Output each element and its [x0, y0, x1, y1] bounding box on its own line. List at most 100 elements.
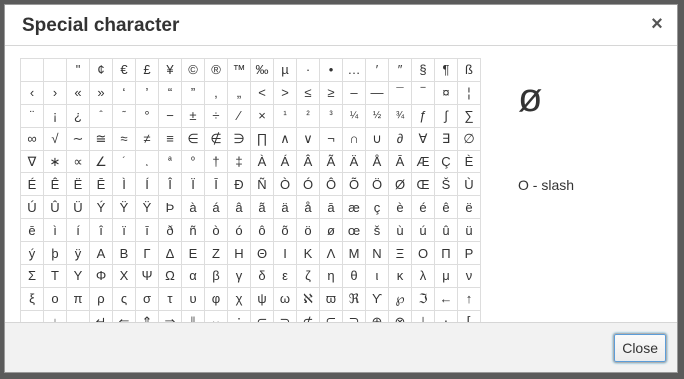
character-cell[interactable]: “: [159, 81, 182, 105]
character-cell[interactable]: ϖ: [320, 287, 343, 311]
character-cell[interactable]: ³: [320, 104, 343, 128]
character-cell[interactable]: û: [435, 219, 458, 243]
character-cell[interactable]: ó: [228, 219, 251, 243]
character-cell[interactable]: ¢: [90, 59, 113, 82]
character-cell[interactable]: ò: [205, 219, 228, 243]
character-cell[interactable]: ς: [113, 287, 136, 311]
close-icon[interactable]: ×: [648, 13, 666, 35]
character-cell[interactable]: å: [297, 196, 320, 220]
character-cell[interactable]: ª: [159, 150, 182, 174]
character-cell[interactable]: ¡: [44, 104, 67, 128]
character-cell[interactable]: ü: [458, 219, 481, 243]
character-cell[interactable]: Ξ: [389, 242, 412, 266]
character-cell[interactable]: ↑: [458, 287, 481, 311]
character-cell[interactable]: ø: [320, 219, 343, 243]
character-cell[interactable]: À: [251, 150, 274, 174]
character-cell[interactable]: ˜: [113, 104, 136, 128]
character-cell[interactable]: §: [412, 59, 435, 82]
character-cell[interactable]: ƒ: [412, 104, 435, 128]
character-cell[interactable]: Η: [228, 242, 251, 266]
character-cell[interactable]: ψ: [251, 287, 274, 311]
character-cell[interactable]: σ: [136, 287, 159, 311]
character-cell[interactable]: ρ: [90, 287, 113, 311]
character-cell[interactable]: ‘: [113, 81, 136, 105]
character-cell[interactable]: Ï: [182, 173, 205, 197]
character-cell[interactable]: Ì: [113, 173, 136, 197]
character-cell[interactable]: Û: [44, 196, 67, 220]
character-cell[interactable]: º: [182, 150, 205, 174]
character-cell[interactable]: ‚: [205, 81, 228, 105]
character-cell[interactable]: ‡: [228, 150, 251, 174]
character-cell[interactable]: ©: [182, 59, 205, 82]
character-cell[interactable]: æ: [343, 196, 366, 220]
character-cell[interactable]: ‹: [21, 81, 44, 105]
character-cell[interactable]: ζ: [297, 265, 320, 288]
character-cell[interactable]: ‰: [251, 59, 274, 82]
character-cell[interactable]: õ: [274, 219, 297, 243]
character-cell[interactable]: ¶: [435, 59, 458, 82]
character-cell[interactable]: ο: [44, 287, 67, 311]
character-cell[interactable]: Β: [113, 242, 136, 266]
character-cell[interactable]: ∫: [435, 104, 458, 128]
character-cell[interactable]: —: [366, 81, 389, 105]
character-cell[interactable]: Ν: [366, 242, 389, 266]
character-cell[interactable]: ≤: [297, 81, 320, 105]
character-cell[interactable]: ç: [366, 196, 389, 220]
character-cell[interactable]: Ā: [389, 150, 412, 174]
character-cell[interactable]: ²: [297, 104, 320, 128]
character-cell[interactable]: ∠: [90, 150, 113, 174]
character-cell[interactable]: ξ: [21, 287, 44, 311]
character-cell[interactable]: Á: [274, 150, 297, 174]
character-cell[interactable]: ∃: [435, 127, 458, 151]
character-cell[interactable]: Ã: [320, 150, 343, 174]
character-cell[interactable]: Μ: [343, 242, 366, 266]
character-cell[interactable]: Ο: [412, 242, 435, 266]
character-cell[interactable]: …: [343, 59, 366, 82]
character-cell[interactable]: ý: [21, 242, 44, 266]
character-cell[interactable]: Θ: [251, 242, 274, 266]
character-cell[interactable]: Î: [159, 173, 182, 197]
character-cell[interactable]: ñ: [182, 219, 205, 243]
character-cell[interactable]: ∈: [182, 127, 205, 151]
character-cell[interactable]: ℑ: [412, 287, 435, 311]
character-cell[interactable]: Â: [297, 150, 320, 174]
character-cell[interactable]: γ: [228, 265, 251, 288]
character-cell[interactable]: ∏: [251, 127, 274, 151]
character-cell[interactable]: ≥: [320, 81, 343, 105]
character-cell[interactable]: ≈: [113, 127, 136, 151]
character-cell[interactable]: Ë: [67, 173, 90, 197]
character-cell[interactable]: ÿ: [67, 242, 90, 266]
character-cell[interactable]: ā: [320, 196, 343, 220]
character-cell[interactable]: ®: [205, 59, 228, 82]
character-cell[interactable]: š: [366, 219, 389, 243]
character-cell[interactable]: •: [320, 59, 343, 82]
character-cell[interactable]: ë: [458, 196, 481, 220]
character-cell[interactable]: ù: [389, 219, 412, 243]
character-cell[interactable]: ¾: [389, 104, 412, 128]
character-cell[interactable]: −: [159, 104, 182, 128]
character-cell[interactable]: ¦: [458, 81, 481, 105]
character-cell[interactable]: Τ: [44, 265, 67, 288]
character-cell[interactable]: ∋: [228, 127, 251, 151]
character-cell[interactable]: «: [67, 81, 90, 105]
character-cell[interactable]: Ñ: [251, 173, 274, 197]
close-button[interactable]: Close: [613, 333, 667, 363]
character-cell[interactable]: ½: [366, 104, 389, 128]
character-cell[interactable]: ú: [412, 219, 435, 243]
character-cell[interactable]: τ: [159, 287, 182, 311]
character-cell[interactable]: Λ: [320, 242, 343, 266]
character-cell[interactable]: Ê: [44, 173, 67, 197]
character-cell[interactable]: ω: [274, 287, 297, 311]
character-cell[interactable]: φ: [205, 287, 228, 311]
character-cell[interactable]: Ù: [458, 173, 481, 197]
character-cell[interactable]: ß: [458, 59, 481, 82]
character-cell[interactable]: χ: [228, 287, 251, 311]
character-cell[interactable]: ”: [182, 81, 205, 105]
character-cell[interactable]: î: [90, 219, 113, 243]
character-cell[interactable]: ê: [435, 196, 458, 220]
character-cell[interactable]: √: [44, 127, 67, 151]
character-cell[interactable]: ∪: [366, 127, 389, 151]
character-cell[interactable]: Š: [435, 173, 458, 197]
character-cell[interactable]: Þ: [159, 196, 182, 220]
character-cell[interactable]: ″: [389, 59, 412, 82]
